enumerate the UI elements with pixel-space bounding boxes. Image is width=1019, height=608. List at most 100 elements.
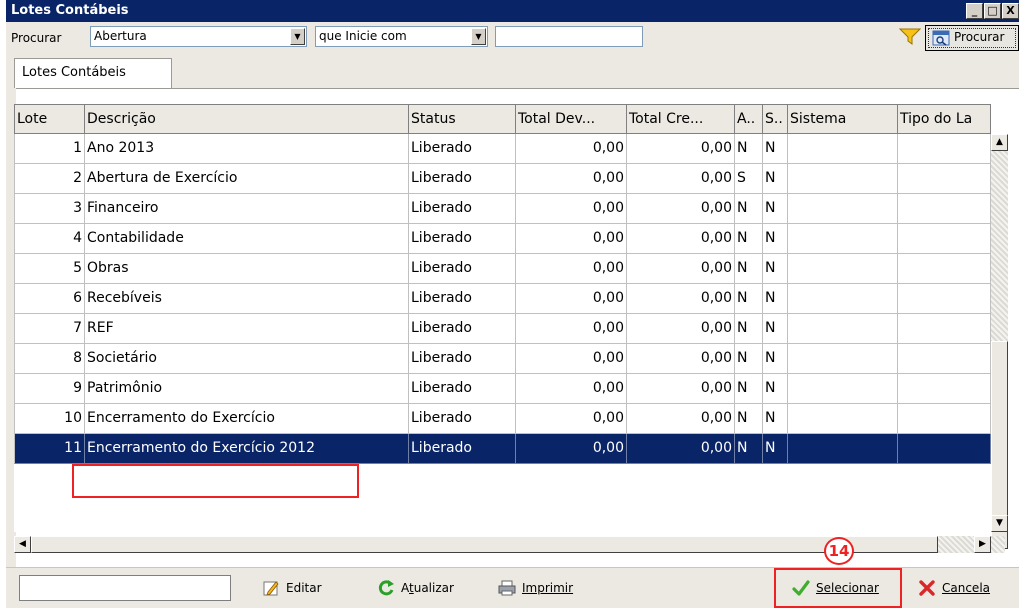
search-field-value: Abertura xyxy=(94,29,147,43)
cell-a: N xyxy=(735,284,763,314)
cancel-button-label: Cancela xyxy=(942,581,991,595)
column-header-s[interactable]: S.. xyxy=(763,104,788,134)
search-toolbar: Procurar Abertura ▼ que Inicie com ▼ Pro… xyxy=(6,22,1019,53)
scroll-left-button[interactable]: ◀ xyxy=(14,536,31,553)
close-button[interactable]: X xyxy=(1002,3,1019,19)
cell-total-cre: 0,00 xyxy=(627,434,735,464)
table-row[interactable]: 8 Societário Liberado 0,00 0,00 N N xyxy=(14,344,991,374)
print-button[interactable]: Imprimir xyxy=(498,576,573,600)
cell-lote: 4 xyxy=(14,224,85,254)
cell-descricao: Societário xyxy=(85,344,409,374)
cell-total-cre: 0,00 xyxy=(627,254,735,284)
column-header-status[interactable]: Status xyxy=(409,104,516,134)
cell-total-cre: 0,00 xyxy=(627,224,735,254)
edit-button-label: Editar xyxy=(286,581,322,595)
column-header-sistema[interactable]: Sistema xyxy=(788,104,898,134)
cell-tipo xyxy=(898,224,991,254)
table-row[interactable]: 6 Recebíveis Liberado 0,00 0,00 N N xyxy=(14,284,991,314)
cell-sistema xyxy=(788,164,898,194)
table-row[interactable]: 4 Contabilidade Liberado 0,00 0,00 N N xyxy=(14,224,991,254)
search-button[interactable]: Procurar xyxy=(925,25,1019,51)
cell-sistema xyxy=(788,314,898,344)
cell-total-dev: 0,00 xyxy=(516,344,627,374)
cell-lote: 7 xyxy=(14,314,85,344)
cell-total-dev: 0,00 xyxy=(516,434,627,464)
search-input[interactable] xyxy=(495,26,643,47)
cell-total-dev: 0,00 xyxy=(516,164,627,194)
cell-a: N xyxy=(735,434,763,464)
cell-status: Liberado xyxy=(409,194,516,224)
horizontal-scrollbar[interactable]: ◀ ▶ xyxy=(14,536,1005,553)
cell-descricao: Ano 2013 xyxy=(85,134,409,164)
cell-descricao: Encerramento do Exercício xyxy=(85,404,409,434)
cell-total-cre: 0,00 xyxy=(627,134,735,164)
window-titlebar[interactable]: Lotes Contábeis _ □ X xyxy=(6,0,1019,22)
minimize-button[interactable]: _ xyxy=(966,3,983,19)
chevron-down-icon[interactable]: ▼ xyxy=(290,28,305,45)
refresh-button[interactable]: Atualizar xyxy=(377,576,454,600)
table-row[interactable]: 3 Financeiro Liberado 0,00 0,00 N N xyxy=(14,194,991,224)
cell-a: N xyxy=(735,344,763,374)
cell-descricao: Contabilidade xyxy=(85,224,409,254)
cell-total-dev: 0,00 xyxy=(516,374,627,404)
cell-sistema xyxy=(788,254,898,284)
edit-button[interactable]: Editar xyxy=(262,576,322,600)
column-header-total-cre[interactable]: Total Cre... xyxy=(627,104,735,134)
column-header-a[interactable]: A.. xyxy=(735,104,763,134)
scroll-down-button[interactable]: ▼ xyxy=(991,515,1008,532)
refresh-label-suffix: ualizar xyxy=(413,581,454,595)
horizontal-scroll-thumb[interactable] xyxy=(31,536,938,553)
vertical-scrollbar[interactable] xyxy=(991,151,1008,549)
cell-s: N xyxy=(763,314,788,344)
cell-lote: 8 xyxy=(14,344,85,374)
cell-descricao: Recebíveis xyxy=(85,284,409,314)
table-row[interactable]: 7 REF Liberado 0,00 0,00 N N xyxy=(14,314,991,344)
cell-tipo xyxy=(898,164,991,194)
cell-status: Liberado xyxy=(409,164,516,194)
pencil-icon xyxy=(263,581,279,596)
lotes-grid[interactable]: Lote Descrição Status Total Dev... Total… xyxy=(14,104,991,532)
cell-status: Liberado xyxy=(409,134,516,164)
cell-tipo xyxy=(898,314,991,344)
print-button-label: Imprimir xyxy=(522,581,574,595)
cell-status: Liberado xyxy=(409,224,516,254)
scroll-right-button[interactable]: ▶ xyxy=(974,536,991,553)
select-button-label: Selecionar xyxy=(816,581,879,595)
column-header-tipo[interactable]: Tipo do La xyxy=(898,104,991,134)
column-header-total-dev[interactable]: Total Dev... xyxy=(516,104,627,134)
table-row[interactable]: 2 Abertura de Exercício Liberado 0,00 0,00 S N xyxy=(14,164,991,194)
cell-a: N xyxy=(735,404,763,434)
tab-lotes-contabeis[interactable]: Lotes Contábeis xyxy=(14,58,172,88)
table-row[interactable]: 5 Obras Liberado 0,00 0,00 N N xyxy=(14,254,991,284)
maximize-button[interactable]: □ xyxy=(984,3,1001,19)
cell-s: N xyxy=(763,284,788,314)
search-field-select[interactable]: Abertura ▼ xyxy=(90,26,307,47)
select-button[interactable]: Selecionar xyxy=(792,576,879,600)
column-header-descricao[interactable]: Descrição xyxy=(85,104,409,134)
cell-a: N xyxy=(735,134,763,164)
chevron-down-icon[interactable]: ▼ xyxy=(471,28,486,45)
cell-s: N xyxy=(763,254,788,284)
filter-icon[interactable] xyxy=(899,28,921,46)
scroll-up-button[interactable]: ▲ xyxy=(991,134,1008,151)
cell-lote: 1 xyxy=(14,134,85,164)
cell-a: N xyxy=(735,314,763,344)
cell-status: Liberado xyxy=(409,374,516,404)
cell-total-dev: 0,00 xyxy=(516,314,627,344)
status-input[interactable] xyxy=(19,575,231,601)
column-header-lote[interactable]: Lote xyxy=(14,104,85,134)
table-row[interactable]: 1 Ano 2013 Liberado 0,00 0,00 N N xyxy=(14,134,991,164)
cell-sistema xyxy=(788,134,898,164)
search-window-icon xyxy=(932,30,950,46)
table-row[interactable]: 11 Encerramento do Exercício 2012 Liberado… xyxy=(14,434,991,464)
cancel-button[interactable]: Cancela xyxy=(918,576,990,600)
search-label: Procurar xyxy=(11,31,62,45)
cell-total-cre: 0,00 xyxy=(627,164,735,194)
cell-status: Liberado xyxy=(409,434,516,464)
cell-sistema xyxy=(788,224,898,254)
search-mode-select[interactable]: que Inicie com ▼ xyxy=(315,26,488,47)
table-row[interactable]: 9 Patrimônio Liberado 0,00 0,00 N N xyxy=(14,374,991,404)
cell-descricao: REF xyxy=(85,314,409,344)
cell-status: Liberado xyxy=(409,254,516,284)
table-row[interactable]: 10 Encerramento do Exercício Liberado 0,00 0… xyxy=(14,404,991,434)
